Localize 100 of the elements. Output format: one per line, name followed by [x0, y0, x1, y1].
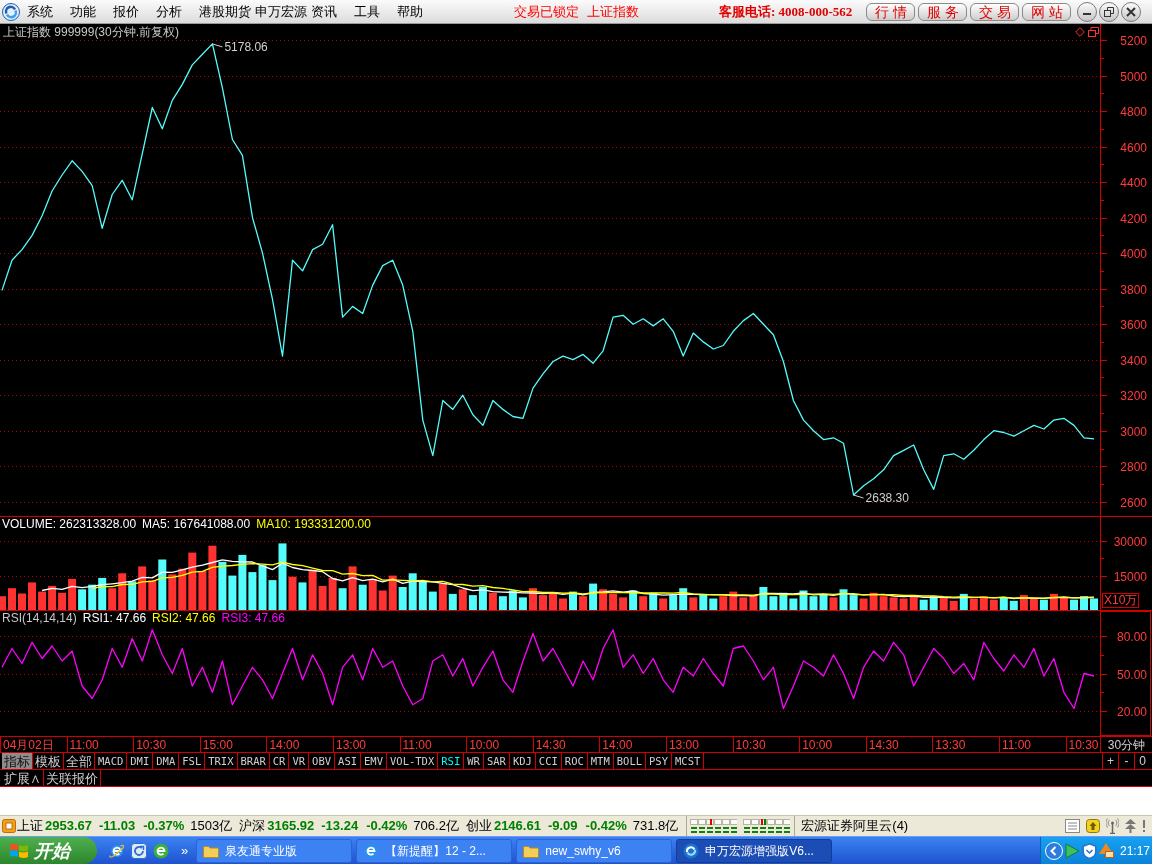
indicator-tab[interactable]: 模板 — [33, 753, 64, 769]
browser-icon[interactable] — [153, 842, 169, 859]
minimize-icon — [1083, 13, 1092, 15]
folder-icon — [523, 843, 540, 858]
axis-label: 4800 — [1120, 105, 1147, 119]
menu-item[interactable]: 港股期货 — [197, 0, 253, 23]
axis-label: 20.00 — [1116, 705, 1147, 719]
axis-label: 2800 — [1120, 460, 1147, 474]
indicator-button[interactable]: CCI — [535, 753, 562, 769]
indicator-button[interactable]: MACD — [95, 753, 128, 769]
refresh-icon[interactable] — [131, 842, 147, 859]
menu-item[interactable]: 申万宏源 — [253, 0, 309, 23]
index-amount: 1503亿 — [190, 817, 233, 836]
tile-icon[interactable] — [2, 819, 16, 833]
diamond-icon[interactable] — [1075, 27, 1085, 37]
indicator-button[interactable]: BOLL — [613, 753, 647, 769]
close-button[interactable] — [1121, 1, 1142, 22]
zoom-button[interactable]: - — [1118, 753, 1134, 769]
shield-icon[interactable] — [1082, 842, 1097, 859]
up-arrows-icon[interactable] — [1125, 819, 1136, 833]
axis-label: 4200 — [1120, 212, 1147, 226]
browser-icon[interactable] — [109, 842, 125, 859]
index-name: 沪深 — [239, 817, 266, 836]
restore-icon — [1104, 6, 1115, 17]
envelope-icon[interactable] — [1099, 843, 1114, 858]
antenna-icon[interactable] — [1106, 818, 1119, 834]
axis-label: 5200 — [1120, 34, 1147, 48]
nav-button[interactable]: 行 情 — [866, 2, 916, 21]
app-icon — [683, 842, 700, 859]
taskbar-button[interactable]: 【新提醒】12 - 2... — [356, 838, 513, 863]
indicator-button[interactable]: RSI — [438, 753, 465, 769]
restore-icon[interactable] — [1088, 27, 1099, 37]
task-label: 【新提醒】12 - 2... — [385, 844, 486, 857]
nav-button[interactable]: 交 易 — [970, 2, 1020, 21]
more-button[interactable]: » — [181, 844, 189, 857]
nav-button[interactable]: 服 务 — [918, 2, 968, 21]
list-icon[interactable] — [1065, 819, 1080, 833]
indicator-button[interactable]: MTM — [587, 753, 614, 769]
nav-button[interactable]: 网 站 — [1022, 2, 1072, 21]
taskbar-button[interactable]: 申万宏源增强版V6... — [676, 838, 833, 863]
indicator-button[interactable]: BRAR — [237, 753, 270, 769]
indicator-button[interactable]: ROC — [561, 753, 588, 769]
indicator-button[interactable]: TRIX — [205, 753, 238, 769]
indicator-tab[interactable]: 全部 — [64, 753, 95, 769]
indicator-button[interactable]: OBV — [309, 753, 336, 769]
index-name: 上证 — [17, 817, 43, 836]
folder-icon — [203, 843, 220, 858]
panel-tab[interactable]: 扩展∧ — [2, 770, 44, 786]
time-label: 14:30 — [868, 738, 899, 751]
up-arrow-icon[interactable] — [1086, 819, 1100, 833]
axis-label: 50.00 — [1116, 668, 1147, 682]
menu-item[interactable]: 报价 — [111, 0, 154, 23]
taskbar-button[interactable]: new_swhy_v6 — [516, 838, 673, 863]
zoom-button[interactable]: 0 — [1134, 753, 1150, 769]
indicator-button[interactable]: PSY — [646, 753, 672, 769]
index-value: 3165.92 — [267, 817, 315, 836]
indicator-button[interactable]: WR — [464, 753, 484, 769]
time-label: 11:00 — [69, 738, 99, 751]
indicator-button[interactable]: VR — [289, 753, 310, 769]
hotline-text: 客服电话: 4008-000-562 — [719, 2, 853, 21]
chart-title: 上证指数 999999(30分钟.前复权) — [3, 25, 180, 39]
start-button[interactable]: 开始 — [0, 837, 97, 864]
time-label: 14:00 — [602, 738, 633, 751]
indicator-button[interactable]: KDJ — [509, 753, 536, 769]
indicator-button[interactable]: DMA — [153, 753, 180, 769]
menu-item[interactable]: 资讯 — [309, 0, 352, 23]
restore-button[interactable] — [1099, 1, 1120, 22]
indicator-button[interactable]: MCST — [672, 753, 705, 769]
indicator-button[interactable]: ASI — [335, 753, 362, 769]
indicator-tab[interactable]: 指标 — [2, 753, 33, 769]
zoom-button[interactable]: + — [1102, 753, 1118, 769]
axis-label: 3200 — [1120, 389, 1147, 403]
index-change: -13.24 — [321, 817, 359, 836]
minimize-button[interactable] — [1077, 1, 1098, 22]
time-label: 11:00 — [402, 738, 432, 751]
chevron-left-icon[interactable] — [1045, 841, 1063, 860]
indicator-button[interactable]: CR — [269, 753, 290, 769]
axis-label: 4400 — [1120, 176, 1147, 190]
server-label: 宏源证券阿里云(4) — [801, 817, 909, 836]
axis-label: 2600 — [1120, 496, 1147, 510]
panel-tab[interactable]: 关联报价 — [44, 770, 101, 786]
indicator-button[interactable]: VOL-TDX — [387, 753, 439, 769]
menu-item[interactable]: 工具 — [352, 0, 395, 23]
app-logo-icon[interactable] — [2, 2, 20, 21]
time-label: 14:30 — [535, 738, 566, 751]
menu-item[interactable]: 分析 — [154, 0, 197, 23]
indicator-button[interactable]: DMI — [127, 753, 154, 769]
menu-item[interactable]: 系统 — [25, 0, 68, 23]
menu-item[interactable]: 功能 — [68, 0, 111, 23]
lock-status: 交易已锁定 — [514, 2, 579, 21]
index-amount: 706.2亿 — [413, 817, 459, 836]
index-amount: 731.8亿 — [632, 817, 679, 836]
taskbar-button[interactable]: 泉友通专业版 — [196, 838, 353, 863]
exclamation-icon[interactable] — [1142, 820, 1146, 832]
time-label: 10:30 — [1068, 738, 1099, 751]
menu-item[interactable]: 帮助 — [395, 0, 438, 23]
indicator-button[interactable]: EMV — [361, 753, 387, 769]
indicator-button[interactable]: FSL — [179, 753, 206, 769]
legend-label: VOLUME: 262313328.00 — [2, 518, 137, 531]
indicator-button[interactable]: SAR — [483, 753, 510, 769]
